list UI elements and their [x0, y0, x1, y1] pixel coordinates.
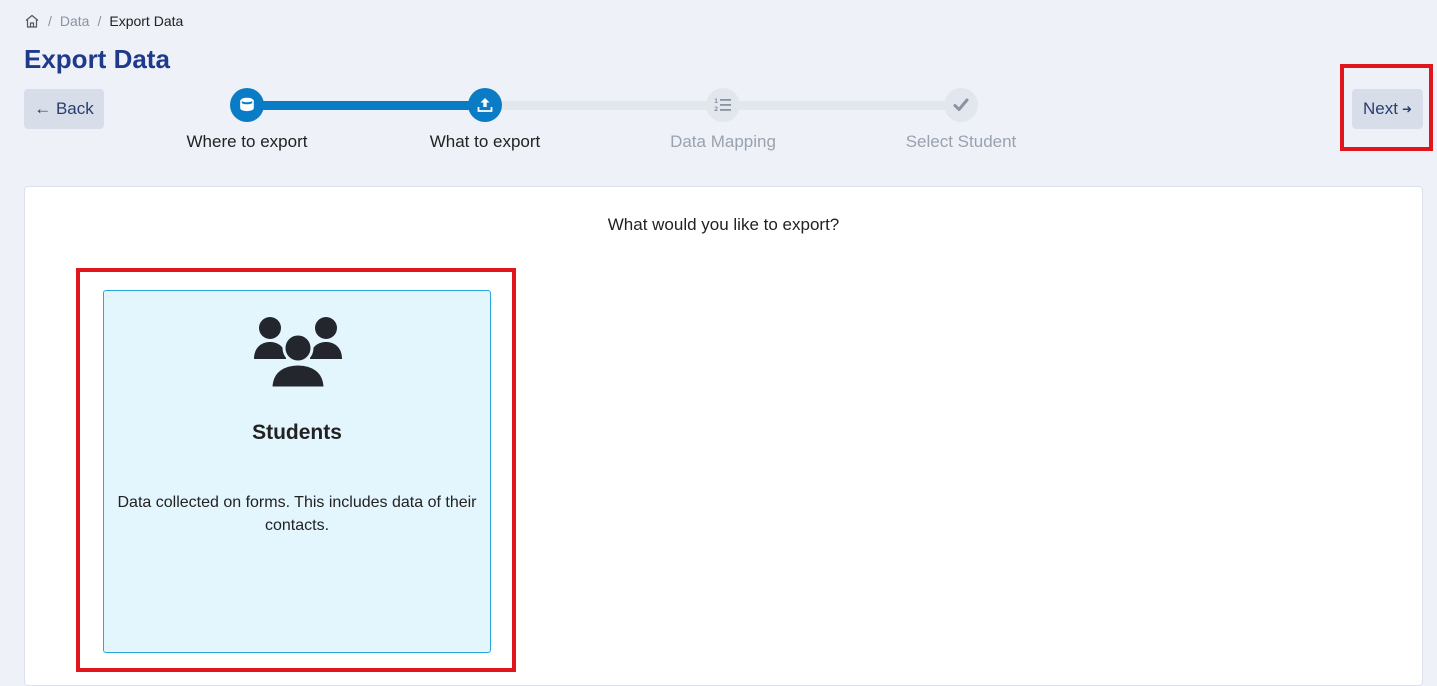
numbered-list-icon: 1 2 — [714, 98, 731, 113]
back-button[interactable]: ← Back — [24, 89, 104, 129]
stepper-progress — [247, 101, 485, 110]
users-icon — [254, 317, 342, 389]
breadcrumb-separator: / — [97, 13, 102, 29]
database-icon — [240, 97, 254, 112]
arrow-right-icon: ➜ — [1401, 102, 1413, 116]
option-description: Data collected on forms. This includes d… — [117, 494, 477, 534]
breadcrumb-separator: / — [48, 13, 52, 29]
step-select-student[interactable] — [944, 88, 978, 122]
step-label: What to export — [429, 132, 541, 151]
step-where-to-export[interactable] — [230, 88, 264, 122]
option-title: Students — [252, 421, 342, 444]
home-icon[interactable] — [24, 13, 40, 29]
breadcrumb-item-export-data: Export Data — [109, 13, 184, 29]
breadcrumb-item-data[interactable]: Data — [60, 13, 90, 29]
svg-text:2: 2 — [714, 106, 718, 113]
page-title: Export Data — [24, 44, 170, 74]
upload-icon — [477, 98, 493, 112]
next-button[interactable]: Next ➜ — [1352, 89, 1423, 129]
svg-text:1: 1 — [714, 98, 718, 105]
step-label: Select Student — [905, 132, 1017, 151]
next-button-label: Next — [1362, 99, 1398, 118]
step-label: Data Mapping — [670, 132, 776, 151]
export-prompt: What would you like to export? — [607, 215, 840, 234]
step-data-mapping[interactable]: 1 2 — [706, 88, 740, 122]
option-card-students[interactable]: Students Data collected on forms. This i… — [103, 290, 491, 653]
step-what-to-export[interactable] — [468, 88, 502, 122]
check-icon — [953, 98, 969, 111]
step-label: Where to export — [186, 132, 308, 151]
breadcrumb: / Data / Export Data — [24, 12, 183, 30]
